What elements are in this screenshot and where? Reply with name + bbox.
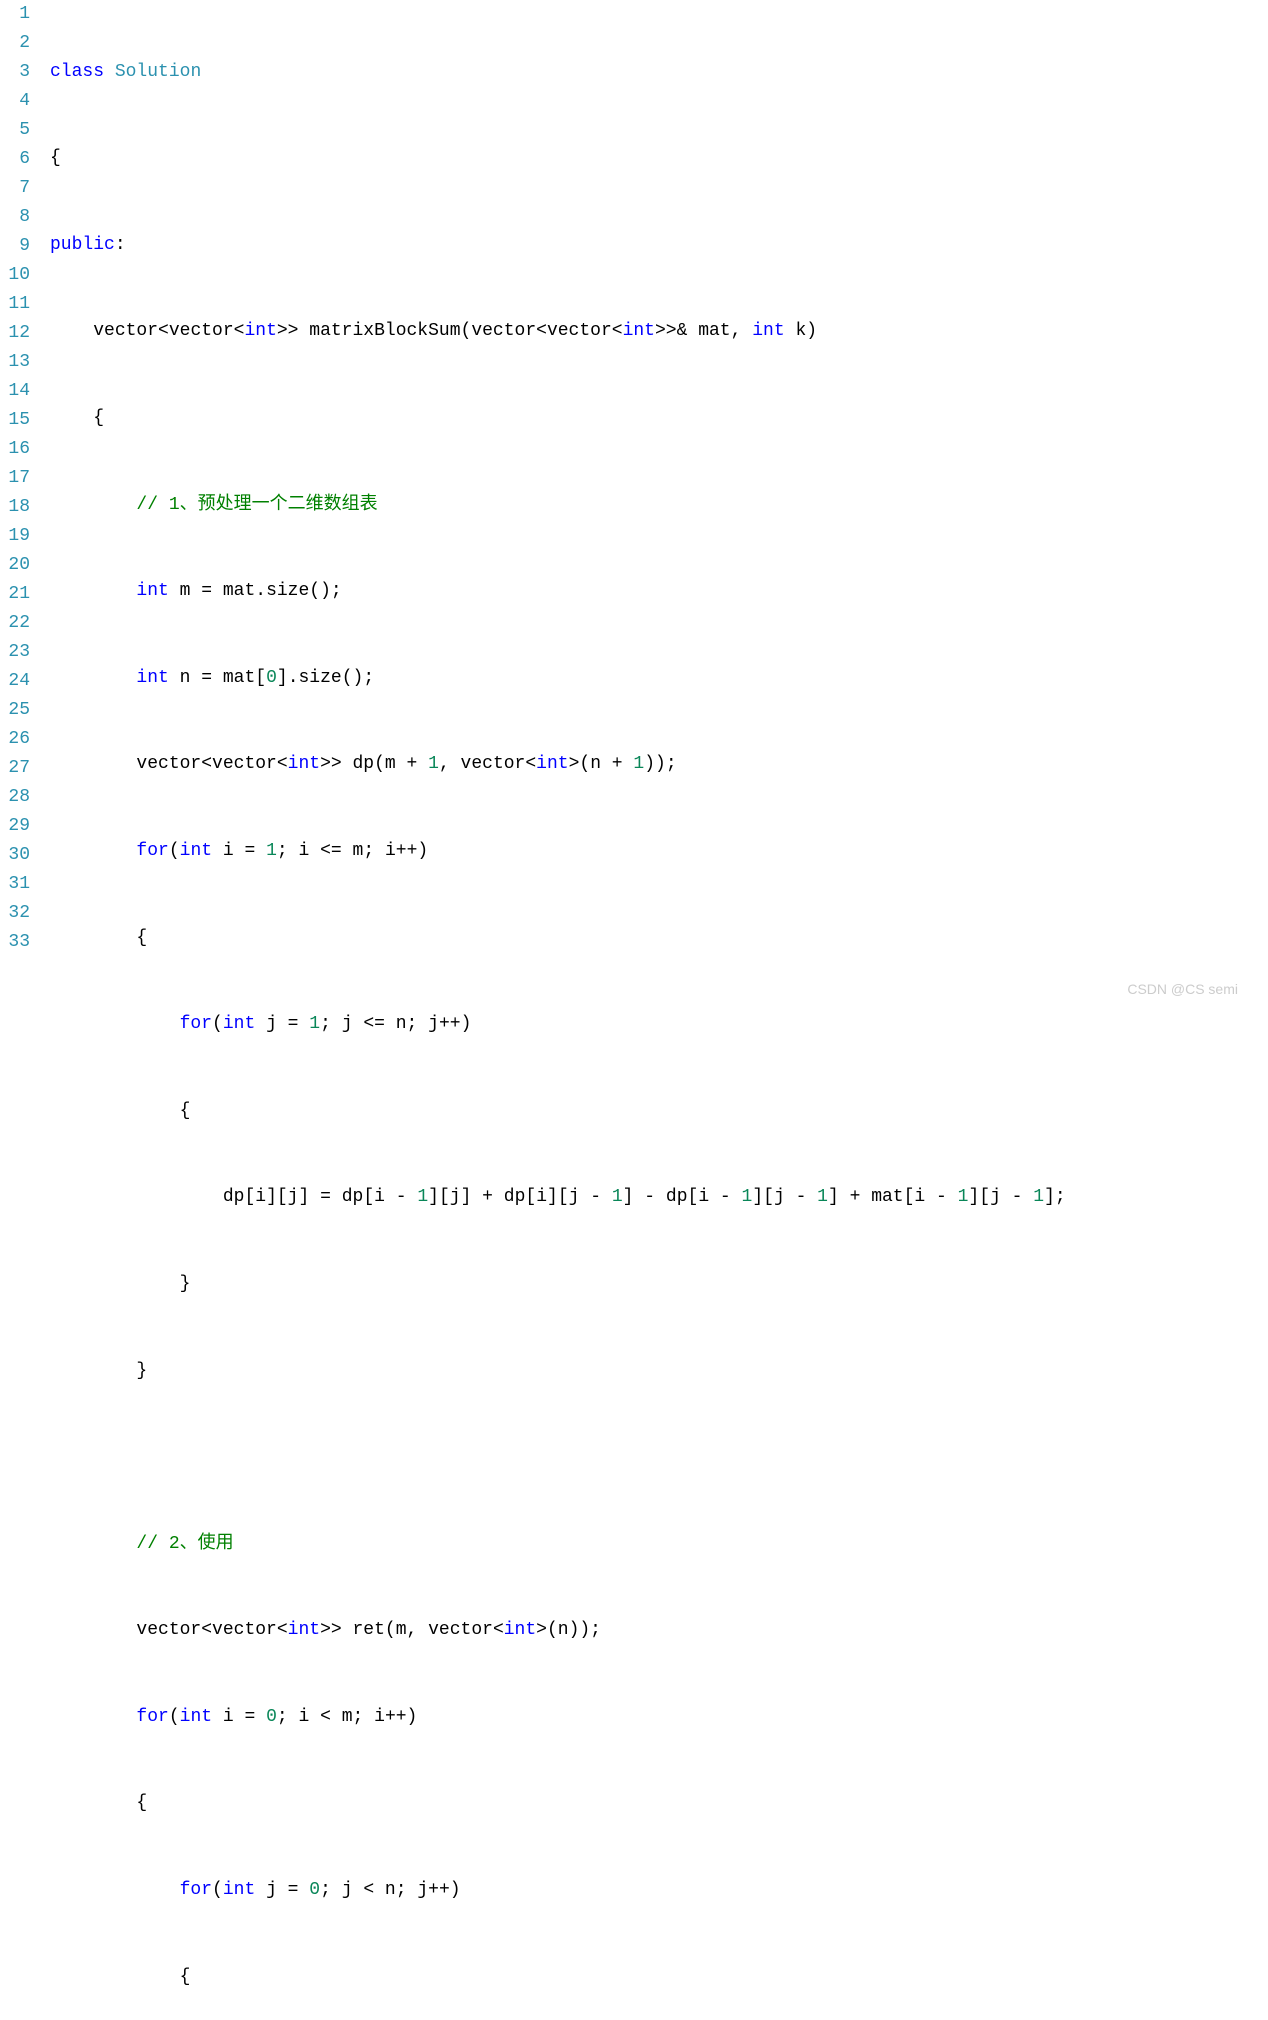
code-line: dp[i][j] = dp[i - 1][j] + dp[i][j - 1] -… (50, 1183, 1268, 1212)
line-gutter: 1234567891011121314151617181920212223242… (0, 0, 50, 2020)
watermark: CSDN @CS semi (1127, 978, 1238, 1000)
line-number: 33 (0, 928, 30, 957)
line-number: 15 (0, 406, 30, 435)
line-number: 26 (0, 725, 30, 754)
line-number: 9 (0, 232, 30, 261)
line-number: 17 (0, 464, 30, 493)
line-number: 29 (0, 812, 30, 841)
code-line: int n = mat[0].size(); (50, 664, 1268, 693)
line-number: 8 (0, 203, 30, 232)
line-number: 22 (0, 609, 30, 638)
line-number: 14 (0, 377, 30, 406)
code-line: // 1、预处理一个二维数组表 (50, 491, 1268, 520)
line-number: 32 (0, 899, 30, 928)
line-number: 6 (0, 145, 30, 174)
code-line: } (50, 1357, 1268, 1386)
code-line (50, 1443, 1268, 1472)
code-line: { (50, 1789, 1268, 1818)
line-number: 4 (0, 87, 30, 116)
code-area[interactable]: class Solution { public: vector<vector<i… (50, 0, 1268, 2020)
line-number: 30 (0, 841, 30, 870)
line-number: 23 (0, 638, 30, 667)
line-number: 12 (0, 319, 30, 348)
code-line: for(int j = 0; j < n; j++) (50, 1876, 1268, 1905)
line-number: 5 (0, 116, 30, 145)
line-number: 10 (0, 261, 30, 290)
line-number: 2 (0, 29, 30, 58)
line-number: 3 (0, 58, 30, 87)
line-number: 25 (0, 696, 30, 725)
line-number: 31 (0, 870, 30, 899)
line-number: 19 (0, 522, 30, 551)
code-line: int m = mat.size(); (50, 577, 1268, 606)
line-number: 24 (0, 667, 30, 696)
line-number: 27 (0, 754, 30, 783)
code-line: for(int i = 1; i <= m; i++) (50, 837, 1268, 866)
code-line: { (50, 1097, 1268, 1126)
code-line: for(int i = 0; i < m; i++) (50, 1703, 1268, 1732)
code-line: public: (50, 231, 1268, 260)
line-number: 20 (0, 551, 30, 580)
code-line: } (50, 1270, 1268, 1299)
line-number: 28 (0, 783, 30, 812)
code-line: { (50, 1963, 1268, 1992)
code-line: vector<vector<int>> matrixBlockSum(vecto… (50, 317, 1268, 346)
code-line: { (50, 924, 1268, 953)
line-number: 1 (0, 0, 30, 29)
code-line: class Solution (50, 58, 1268, 87)
code-line: { (50, 404, 1268, 433)
line-number: 13 (0, 348, 30, 377)
code-editor: 1234567891011121314151617181920212223242… (0, 0, 1268, 2020)
line-number: 11 (0, 290, 30, 319)
line-number: 18 (0, 493, 30, 522)
code-line: { (50, 144, 1268, 173)
code-line: vector<vector<int>> ret(m, vector<int>(n… (50, 1616, 1268, 1645)
code-line: // 2、使用 (50, 1530, 1268, 1559)
code-line: for(int j = 1; j <= n; j++) (50, 1010, 1268, 1039)
code-line: vector<vector<int>> dp(m + 1, vector<int… (50, 750, 1268, 779)
line-number: 16 (0, 435, 30, 464)
line-number: 7 (0, 174, 30, 203)
line-number: 21 (0, 580, 30, 609)
